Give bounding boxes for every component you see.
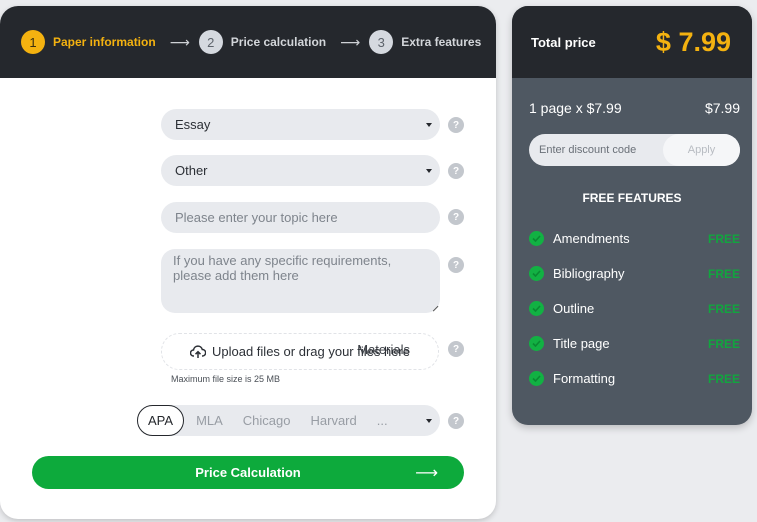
file-upload-dropzone[interactable]: Upload files or drag your files here <box>161 333 439 370</box>
cloud-upload-icon <box>190 344 206 358</box>
help-icon[interactable]: ? <box>448 117 464 133</box>
check-circle-icon <box>529 371 544 386</box>
subject-value: Other <box>175 163 208 178</box>
feature-item: Title page FREE <box>512 326 752 361</box>
upload-text: Upload files or drag your files here <box>212 344 410 359</box>
feature-name: Outline <box>553 301 595 316</box>
feature-price: FREE <box>707 266 740 281</box>
format-option-apa[interactable]: APA <box>137 405 185 436</box>
subject-select[interactable]: Other <box>161 155 440 186</box>
arrow-right-icon: ⟶ <box>415 464 438 482</box>
apply-discount-button[interactable]: Apply <box>663 134 740 166</box>
paper-format-selector: APA MLA Chicago Harvard ... <box>137 405 440 436</box>
price-calculation-label: Price Calculation <box>195 465 301 480</box>
step-number: 2 <box>198 30 223 54</box>
paper-details-placeholder: If you have any specific requirements, p… <box>173 253 392 283</box>
help-icon[interactable]: ? <box>448 163 464 179</box>
feature-item: Amendments FREE <box>512 221 752 256</box>
feature-price: FREE <box>707 231 740 246</box>
step-extra-features[interactable]: 3 Extra features <box>369 30 481 54</box>
feature-price: FREE <box>707 336 740 351</box>
feature-item: Formatting FREE <box>512 361 752 396</box>
chevron-down-icon <box>426 122 432 127</box>
step-label: Extra features <box>401 35 482 49</box>
check-circle-icon <box>529 301 544 316</box>
feature-name: Amendments <box>553 231 630 246</box>
help-icon[interactable]: ? <box>448 209 464 225</box>
total-price-label: Total price <box>531 34 596 50</box>
format-option-harvard[interactable]: Harvard <box>301 405 367 436</box>
type-of-paper-select[interactable]: Essay <box>161 109 440 140</box>
chevron-down-icon[interactable] <box>426 418 432 423</box>
step-number: 3 <box>369 30 394 54</box>
progress-steps: 1 Paper information ⟶ 2 Price calculatio… <box>0 6 496 78</box>
line-item-value: $7.99 <box>704 100 740 116</box>
feature-price: FREE <box>707 301 740 316</box>
help-icon[interactable]: ? <box>448 341 464 357</box>
free-features-list: Amendments FREE Bibliography FREE Outlin… <box>512 221 752 396</box>
format-option-chicago[interactable]: Chicago <box>233 405 301 436</box>
topic-input[interactable]: Please enter your topic here <box>161 202 440 233</box>
chevron-down-icon <box>426 168 432 173</box>
free-features-title: FREE FEATURES <box>582 191 682 205</box>
feature-item: Bibliography FREE <box>512 256 752 291</box>
price-line-item: 1 page x $7.99 $7.99 <box>512 100 752 116</box>
file-size-hint: Maximum file size is 25 MB <box>171 374 281 384</box>
help-icon[interactable]: ? <box>448 257 464 273</box>
help-icon[interactable]: ? <box>448 413 464 429</box>
topic-placeholder: Please enter your topic here <box>175 210 338 225</box>
feature-name: Title page <box>553 336 610 351</box>
feature-item: Outline FREE <box>512 291 752 326</box>
check-circle-icon <box>529 336 544 351</box>
type-of-paper-value: Essay <box>175 117 211 132</box>
line-item-label: 1 page x $7.99 <box>529 100 622 116</box>
price-summary-card: Total price $ 7.99 1 page x $7.99 $7.99 … <box>512 6 752 425</box>
check-circle-icon <box>529 231 544 246</box>
arrow-right-icon: ⟶ <box>340 33 360 50</box>
step-label: Price calculation <box>230 35 327 49</box>
feature-price: FREE <box>707 371 740 386</box>
step-label: Paper information <box>53 35 156 49</box>
discount-code-input[interactable]: Enter discount code <box>529 144 663 156</box>
check-circle-icon <box>529 266 544 281</box>
price-calculation-button[interactable]: Price Calculation ⟶ <box>32 456 464 489</box>
step-number: 1 <box>21 30 45 54</box>
feature-name: Formatting <box>553 371 616 386</box>
total-price-value: $ 7.99 <box>655 26 731 57</box>
arrow-right-icon: ⟶ <box>169 33 190 50</box>
step-price-calculation[interactable]: 2 Price calculation <box>198 30 327 54</box>
paper-details-textarea[interactable]: If you have any specific requirements, p… <box>161 249 440 313</box>
format-option-more[interactable]: ... <box>367 405 398 436</box>
feature-name: Bibliography <box>553 266 625 281</box>
discount-code-field: Enter discount code Apply <box>529 134 740 166</box>
step-paper-information[interactable]: 1 Paper information <box>21 30 156 54</box>
total-price-header: Total price $ 7.99 <box>512 6 752 78</box>
format-option-mla[interactable]: MLA <box>186 405 233 436</box>
